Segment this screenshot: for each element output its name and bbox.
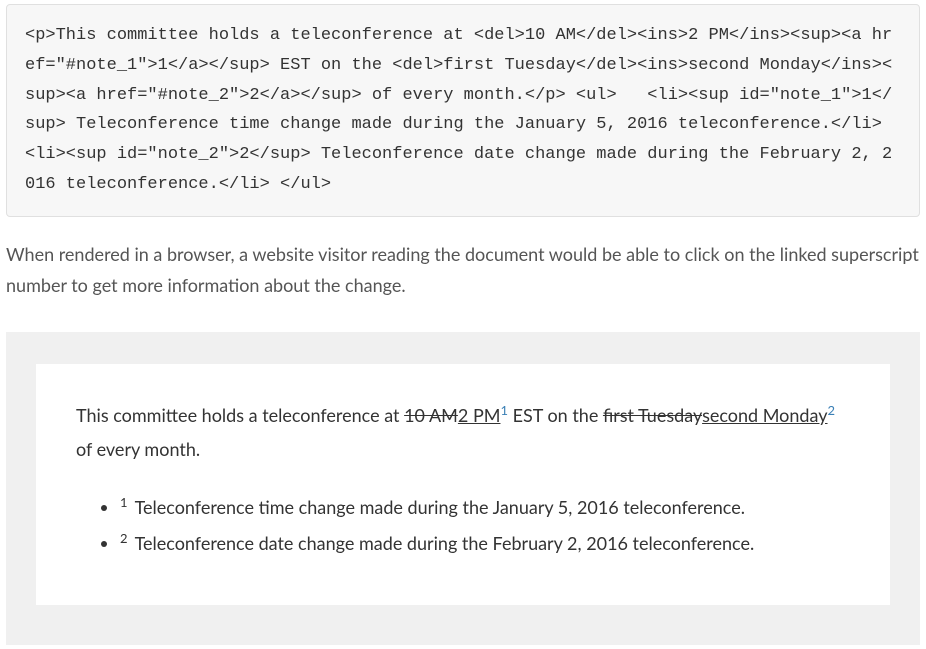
text-before: This committee holds a teleconference at — [76, 404, 404, 426]
rendered-example-inner: This committee holds a teleconference at… — [36, 364, 890, 606]
note-link-2[interactable]: 2 — [828, 402, 836, 418]
superscript-2: 2 — [828, 402, 836, 418]
deleted-day: first Tuesday — [603, 404, 702, 426]
note-2-text: Teleconference date change made during t… — [131, 532, 755, 554]
note-link-1[interactable]: 1 — [500, 402, 508, 418]
list-item: 1 Teleconference time change made during… — [120, 492, 850, 523]
deleted-time: 10 AM — [404, 404, 458, 426]
rendered-example-container: This committee holds a teleconference at… — [6, 332, 920, 646]
superscript-1: 1 — [500, 402, 508, 418]
note-1-superscript: 1 — [120, 494, 128, 510]
inserted-day: second Monday — [702, 404, 827, 426]
inserted-time: 2 PM — [458, 404, 501, 426]
note-2-superscript: 2 — [120, 530, 128, 546]
code-block: <p>This committee holds a teleconference… — [6, 4, 920, 217]
list-item: 2 Teleconference date change made during… — [120, 528, 850, 559]
description-paragraph: When rendered in a browser, a website vi… — [6, 239, 920, 302]
note-1-text: Teleconference time change made during t… — [131, 496, 745, 518]
rendered-paragraph: This committee holds a teleconference at… — [76, 398, 850, 466]
text-mid: EST on the — [508, 404, 603, 426]
notes-list: 1 Teleconference time change made during… — [76, 492, 850, 559]
text-after: of every month. — [76, 438, 200, 460]
